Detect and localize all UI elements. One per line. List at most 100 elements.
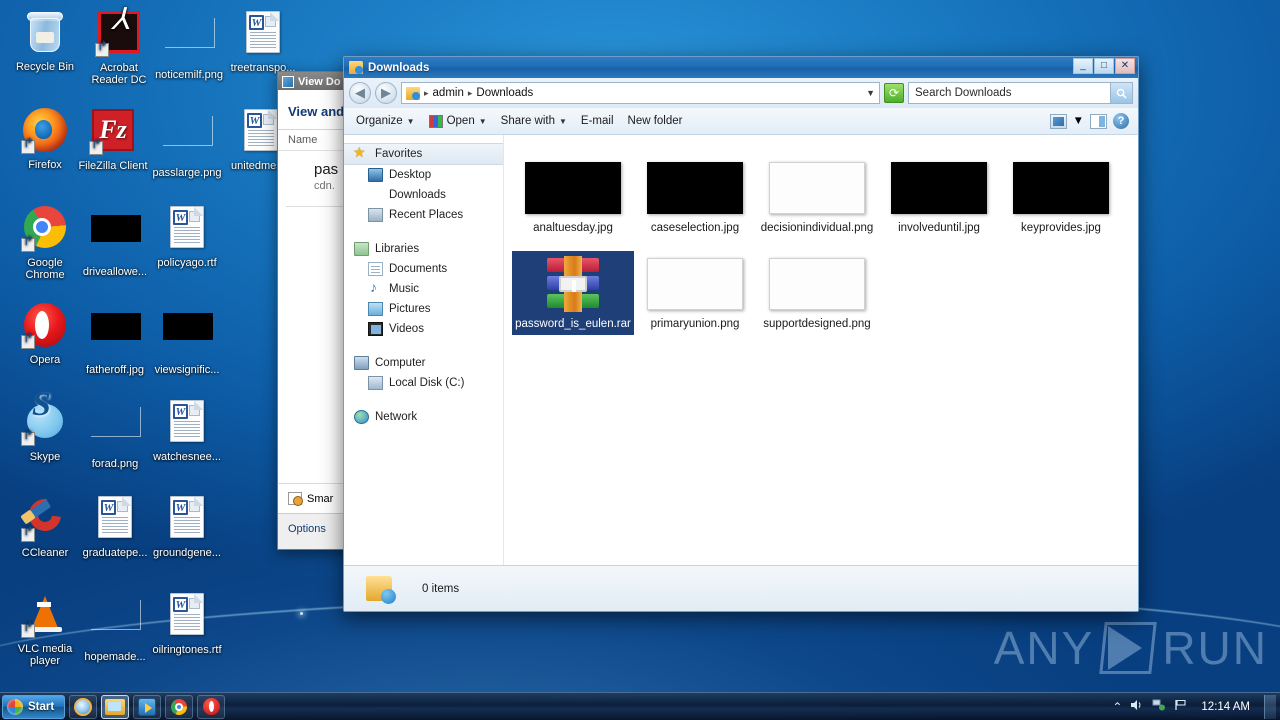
taskbar-item-opera[interactable] (197, 694, 226, 719)
nav-item-desktop[interactable]: Desktop (344, 165, 503, 185)
nav-group-libraries[interactable]: Libraries (344, 239, 503, 259)
desktop-icon-hopemade[interactable]: hopemade... (78, 590, 152, 663)
preview-pane-icon[interactable] (1090, 113, 1107, 129)
nav-group-label: Favorites (375, 148, 423, 160)
desktop-icon-noticemilf-png[interactable]: noticemilf.png (152, 8, 226, 81)
doc-icon: W (239, 11, 287, 59)
new-folder-button[interactable]: New folder (621, 111, 690, 131)
show-desktop-button[interactable] (1264, 694, 1276, 719)
network-icon[interactable] (1152, 699, 1166, 714)
breadcrumb-item-downloads[interactable]: Downloads (476, 87, 533, 99)
search-input[interactable]: Search Downloads (915, 87, 1012, 99)
search-box[interactable]: Search Downloads (908, 82, 1133, 104)
desktop-icon-vlc-media-player[interactable]: VLC media player (8, 590, 82, 667)
desktop-icon-label: Acrobat Reader DC (91, 62, 147, 86)
minimize-button[interactable]: _ (1073, 58, 1093, 74)
desktop-icon-policyago-rtf[interactable]: Wpolicyago.rtf (150, 203, 224, 269)
desktop-icon-graduatepe[interactable]: Wgraduatepe... (78, 493, 152, 559)
open-button[interactable]: Open ▼ (422, 111, 494, 132)
navigation-pane[interactable]: Favorites Desktop Downloads Recent Places Li… (344, 135, 504, 565)
command-bar-right[interactable]: ▼ ? (1049, 113, 1133, 129)
file-tile[interactable]: primaryunion.png (634, 251, 756, 335)
taskbar-item-google-chrome[interactable] (165, 694, 194, 719)
desktop-icon-treetranspo[interactable]: Wtreetranspo... (226, 8, 300, 74)
desktop-icon-filezilla-client[interactable]: Fz FileZilla Client (76, 106, 150, 172)
desktop-icon-label: FileZilla Client (78, 160, 148, 172)
anyrun-watermark: ANY RUN (994, 621, 1268, 675)
desktop-icon-viewsignific[interactable]: viewsignific... (150, 301, 224, 376)
desktop-icon-forad-png[interactable]: forad.png (78, 397, 152, 470)
nav-item-music[interactable]: Music (344, 279, 503, 299)
taskbar[interactable]: Start ⌃ 12:14 AM (0, 692, 1280, 720)
nav-item-videos[interactable]: Videos (344, 319, 503, 339)
share-with-button[interactable]: Share with ▼ (494, 111, 574, 131)
email-button[interactable]: E-mail (574, 111, 621, 131)
file-tile[interactable]: supportdesigned.png (756, 251, 878, 335)
refresh-icon[interactable]: ⟳ (884, 83, 904, 103)
forward-button[interactable]: ▶ (375, 82, 397, 104)
explorer-window[interactable]: Downloads _ □ ✕ ◀ ▶ ▸ admin ▸ Downloads … (343, 56, 1139, 612)
nav-item-downloads[interactable]: Downloads (344, 185, 503, 205)
show-hidden-icons-icon[interactable]: ⌃ (1112, 700, 1122, 714)
desktop-icon-ccleaner[interactable]: CCleaner (8, 492, 82, 559)
taskbar-item-windows-media-player[interactable] (133, 694, 162, 719)
organize-button[interactable]: Organize ▼ (349, 111, 422, 131)
desktop-icon-opera[interactable]: Opera (8, 301, 82, 366)
desktop-icon-recycle-bin[interactable]: Recycle Bin (8, 8, 82, 73)
file-content-pane[interactable]: analtuesday.jpg caseselection.jpg decision… (504, 135, 1138, 565)
desktop-icon-google-chrome[interactable]: Google Chrome (8, 203, 82, 281)
taskbar-clock[interactable]: 12:14 AM (1195, 701, 1256, 713)
address-bar-row[interactable]: ◀ ▶ ▸ admin ▸ Downloads ▼ ⟳ Search Downl… (344, 78, 1138, 108)
options-link[interactable]: Options (288, 523, 326, 535)
help-icon[interactable]: ? (1113, 113, 1129, 129)
change-view-icon[interactable] (1049, 113, 1067, 129)
desktop-icon-driveallowe[interactable]: driveallowe... (78, 203, 152, 278)
file-tile-grid[interactable]: analtuesday.jpg caseselection.jpg decision… (512, 155, 1138, 347)
taskbar-item-windows-explorer[interactable] (101, 694, 130, 719)
nav-item-label: Videos (389, 323, 424, 335)
volume-icon[interactable] (1130, 699, 1144, 714)
nav-item-pictures[interactable]: Pictures (344, 299, 503, 319)
desktop-icon-fatheroff-jpg[interactable]: fatheroff.jpg (78, 301, 152, 376)
breadcrumb-dropdown-icon[interactable]: ▼ (866, 88, 875, 98)
close-button[interactable]: ✕ (1115, 58, 1135, 74)
desktop-icon-watchesnee[interactable]: Wwatchesnee... (150, 397, 224, 463)
file-tile[interactable]: keyprovides.jpg (1000, 155, 1122, 239)
system-tray[interactable]: ⌃ 12:14 AM (1112, 694, 1280, 719)
command-bar[interactable]: Organize ▼ Open ▼ Share with ▼ E-mail Ne… (344, 108, 1138, 135)
nav-group-favorites[interactable]: Favorites (344, 143, 503, 165)
file-tile[interactable]: password_is_eulen.rar (512, 251, 634, 335)
file-tile[interactable]: analtuesday.jpg (512, 155, 634, 239)
desktop-icon-oilringtones-rtf[interactable]: Woilringtones.rtf (150, 590, 224, 656)
nav-group-network[interactable]: Network (344, 407, 503, 427)
search-icon[interactable] (1110, 83, 1132, 103)
file-name-label: password_is_eulen.rar (515, 318, 631, 330)
breadcrumb-bar[interactable]: ▸ admin ▸ Downloads ▼ (401, 82, 880, 104)
explorer-titlebar[interactable]: Downloads _ □ ✕ (344, 57, 1138, 78)
start-button[interactable]: Start (2, 694, 66, 719)
back-button[interactable]: ◀ (349, 82, 371, 104)
desktop-icon-firefox[interactable]: Firefox (8, 106, 82, 171)
maximize-button[interactable]: □ (1094, 58, 1114, 74)
view-chevron-down-icon[interactable]: ▼ (1073, 115, 1084, 127)
desktop-icon-passlarge-png[interactable]: passlarge.png (150, 106, 224, 179)
file-name-label: analtuesday.jpg (533, 222, 613, 234)
file-tile[interactable]: caseselection.jpg (634, 155, 756, 239)
chevron-down-icon: ▼ (478, 116, 487, 126)
breadcrumb-folder-icon (406, 86, 420, 100)
taskbar-item-internet-explorer[interactable] (69, 694, 98, 719)
action-center-flag-icon[interactable] (1174, 699, 1187, 714)
nav-group-computer[interactable]: Computer (344, 353, 503, 373)
nav-item-recent-places[interactable]: Recent Places (344, 205, 503, 225)
breadcrumb-item-admin[interactable]: admin (433, 87, 464, 99)
window-controls[interactable]: _ □ ✕ (1073, 58, 1135, 74)
desktop-icon-groundgene[interactable]: Wgroundgene... (150, 493, 224, 559)
nav-item-local-disk-c[interactable]: Local Disk (C:) (344, 373, 503, 393)
file-tile[interactable]: involveduntil.jpg (878, 155, 1000, 239)
bin-icon (21, 10, 69, 58)
image-thumbnail (769, 258, 865, 310)
desktop-icon-acrobat-reader-dc[interactable]: ⅄ Acrobat Reader DC (82, 5, 156, 87)
nav-item-documents[interactable]: Documents (344, 259, 503, 279)
file-tile[interactable]: decisionindividual.png (756, 155, 878, 239)
desktop-icon-skype[interactable]: S Skype (8, 388, 82, 463)
